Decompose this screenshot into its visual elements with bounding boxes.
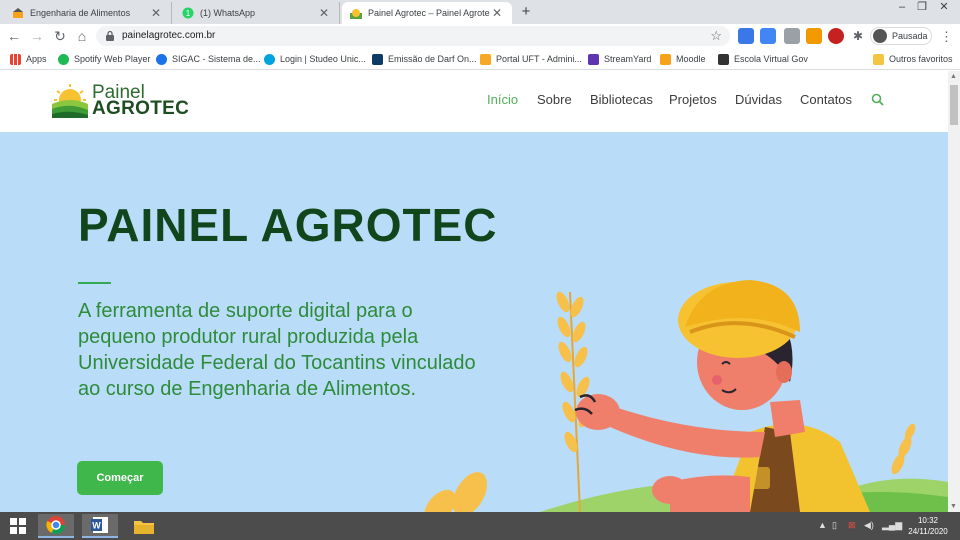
clock-date: 24/11/2020 — [908, 527, 948, 536]
svg-text:W: W — [92, 521, 101, 531]
browser-tab-strip: Engenharia de Alimentos ✕ 1 (1) WhatsApp… — [0, 0, 960, 24]
home-icon[interactable]: ⌂ — [73, 27, 91, 45]
restore-window-icon[interactable]: ❐ — [912, 0, 932, 14]
extension-cap-icon[interactable] — [738, 28, 754, 44]
new-tab-button[interactable]: + — [516, 3, 536, 21]
chrome-icon — [46, 516, 65, 535]
folder-icon — [134, 521, 154, 534]
hero-section: PAINEL AGROTEC A ferramenta de suporte d… — [0, 132, 948, 512]
studeo-icon — [264, 53, 275, 65]
bookmark-streamyard[interactable]: StreamYard — [588, 52, 651, 66]
close-tab-icon[interactable]: ✕ — [490, 6, 504, 20]
scroll-down-icon[interactable]: ▼ — [950, 503, 957, 510]
close-window-icon[interactable]: ✕ — [934, 0, 954, 14]
extension-badge-icon[interactable] — [784, 28, 800, 44]
reload-icon[interactable]: ↻ — [51, 27, 69, 45]
avatar — [873, 29, 887, 43]
bookmark-escola-virtual[interactable]: Escola Virtual Gov — [718, 52, 808, 66]
nav-inicio[interactable]: Início — [487, 92, 518, 107]
spotify-icon — [58, 53, 69, 65]
scroll-up-icon[interactable]: ▲ — [950, 73, 957, 80]
start-button[interactable] — [0, 514, 36, 538]
tab-whatsapp[interactable]: 1 (1) WhatsApp ✕ — [174, 2, 340, 24]
receita-icon — [372, 53, 383, 65]
volume-icon[interactable]: ◀) — [864, 520, 874, 531]
page-scrollbar[interactable]: ▲ ▼ — [948, 71, 960, 512]
tab-painel-agrotec[interactable]: Painel Agrotec – Painel Agrotec ✕ — [342, 2, 512, 24]
back-arrow-icon[interactable]: ← — [5, 27, 23, 45]
tray-device-icon[interactable]: ▯ — [832, 520, 837, 531]
tray-alert-icon[interactable]: ⊠ — [848, 520, 856, 531]
network-signal-icon[interactable]: ▂▄▆ — [882, 520, 902, 531]
lock-icon — [106, 30, 114, 41]
gov-icon — [718, 53, 729, 65]
logo-line2[interactable]: AGROTEC — [92, 99, 189, 118]
profile-button[interactable]: Pausada — [870, 27, 932, 45]
scrollbar-thumb[interactable] — [950, 85, 958, 125]
word-icon: W — [91, 517, 108, 533]
start-button[interactable]: Começar — [77, 461, 163, 495]
bookmarks-bar: Apps Spotify Web Player SIGAC - Sistema … — [0, 48, 960, 70]
clock-time: 10:32 — [917, 516, 939, 525]
agrotec-logo-icon[interactable] — [52, 82, 88, 118]
site-header: Painel AGROTEC Início Sobre Bibliotecas … — [0, 71, 948, 132]
windows-logo-icon — [10, 518, 26, 534]
address-bar[interactable]: painelagrotec.com.br ☆ — [96, 26, 730, 46]
nav-projetos[interactable]: Projetos — [669, 92, 717, 107]
apps-grid-icon — [10, 53, 21, 65]
tab-engenharia-de-alimentos[interactable]: Engenharia de Alimentos ✕ — [4, 2, 172, 24]
folder-icon — [873, 53, 884, 65]
page-viewport: Painel AGROTEC Início Sobre Bibliotecas … — [0, 71, 948, 512]
bookmark-studeo[interactable]: Login | Studeo Unic... — [264, 52, 366, 66]
browser-menu-icon[interactable]: ⋮ — [940, 28, 953, 46]
browser-toolbar: ← → ↻ ⌂ painelagrotec.com.br ☆ ✱ Pausada — [0, 24, 960, 48]
bookmark-portal-uft[interactable]: Portal UFT - Admini... — [480, 52, 582, 66]
taskbar-word[interactable]: W — [82, 514, 118, 538]
search-icon[interactable] — [871, 93, 884, 106]
bookmark-moodle[interactable]: Moodle — [660, 52, 706, 66]
nav-contatos[interactable]: Contatos — [800, 92, 852, 107]
bookmark-darf[interactable]: Emissão de Darf On... — [372, 52, 477, 66]
hero-divider — [78, 282, 111, 284]
taskbar-chrome[interactable] — [38, 514, 74, 538]
sigac-icon — [156, 53, 167, 65]
bookmark-spotify[interactable]: Spotify Web Player — [58, 52, 150, 66]
extension-orange-icon[interactable] — [806, 28, 822, 44]
url-text: painelagrotec.com.br — [122, 30, 216, 41]
moodle-icon — [660, 53, 671, 65]
agrotec-favicon-icon — [350, 9, 362, 19]
bookmark-star-icon[interactable]: ☆ — [710, 28, 722, 44]
close-tab-icon[interactable]: ✕ — [149, 6, 163, 20]
forward-arrow-icon[interactable]: → — [28, 27, 46, 45]
whatsapp-favicon-icon: 1 — [182, 7, 194, 19]
nav-bibliotecas[interactable]: Bibliotecas — [590, 92, 653, 107]
bookmark-sigac[interactable]: SIGAC - Sistema de... — [156, 52, 261, 66]
taskbar-file-explorer[interactable] — [126, 514, 162, 538]
close-tab-icon[interactable]: ✕ — [317, 6, 331, 20]
nav-duvidas[interactable]: Dúvidas — [735, 92, 782, 107]
nav-sobre[interactable]: Sobre — [537, 92, 572, 107]
farmer-illustration — [424, 280, 948, 512]
extension-record-icon[interactable] — [828, 28, 844, 44]
windows-taskbar: W ▲ ▯ ⊠ ◀) ▂▄▆ 10:32 24/11/2020 — [0, 512, 960, 540]
translate-extension-icon[interactable] — [760, 28, 776, 44]
system-clock[interactable]: 10:32 24/11/2020 — [906, 515, 950, 537]
moodle-favicon-icon — [13, 8, 23, 18]
svg-text:1: 1 — [186, 9, 191, 18]
bookmark-other-favorites[interactable]: Outros favoritos — [873, 52, 953, 66]
bookmark-apps[interactable]: Apps — [10, 52, 47, 66]
minimize-window-icon[interactable]: – — [892, 0, 912, 14]
extensions-puzzle-icon[interactable]: ✱ — [850, 28, 866, 44]
tray-chevron-icon[interactable]: ▲ — [818, 520, 827, 530]
uft-icon — [480, 53, 491, 65]
streamyard-icon — [588, 53, 599, 65]
